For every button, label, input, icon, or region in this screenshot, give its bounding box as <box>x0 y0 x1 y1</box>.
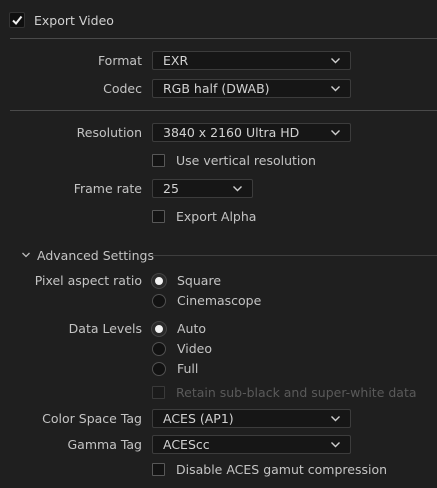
pixel-aspect-cinemascope-radio[interactable] <box>152 294 166 308</box>
advanced-settings-label[interactable]: Advanced Settings <box>37 248 154 263</box>
export-video-label: Export Video <box>34 13 114 28</box>
gamma-select[interactable]: ACEScc <box>152 435 351 454</box>
data-levels-auto-label: Auto <box>177 321 207 336</box>
export-alpha-checkbox[interactable] <box>152 210 165 223</box>
pixel-aspect-square-radio[interactable] <box>152 274 166 288</box>
disable-gamut-compression-label: Disable ACES gamut compression <box>176 462 388 477</box>
retain-data-label: Retain sub-black and super-white data <box>176 385 417 400</box>
codec-select[interactable]: RGB half (DWAB) <box>152 79 351 98</box>
data-levels-full-radio[interactable] <box>152 362 166 376</box>
color-space-select[interactable]: ACES (AP1) <box>152 409 351 428</box>
frame-rate-select[interactable]: 25 <box>152 179 253 198</box>
codec-label: Codec <box>103 81 142 96</box>
data-levels-video-label: Video <box>177 341 213 356</box>
data-levels-auto-radio[interactable] <box>152 322 166 336</box>
color-space-value: ACES (AP1) <box>163 411 234 426</box>
advanced-settings-toggle[interactable] <box>20 249 32 261</box>
vertical-resolution-label: Use vertical resolution <box>176 153 316 168</box>
retain-data-checkbox[interactable] <box>152 386 165 399</box>
gamma-value: ACEScc <box>163 437 210 452</box>
data-levels-video-radio[interactable] <box>152 342 166 356</box>
resolution-select[interactable]: 3840 x 2160 Ultra HD <box>152 123 351 142</box>
chevron-down-icon <box>331 416 340 422</box>
format-select[interactable]: EXR <box>152 51 351 70</box>
format-value: EXR <box>163 53 189 68</box>
codec-value: RGB half (DWAB) <box>163 81 270 96</box>
data-levels-full-label: Full <box>177 361 199 376</box>
frame-rate-value: 25 <box>163 181 179 196</box>
vertical-resolution-checkbox[interactable] <box>152 154 165 167</box>
gamma-label: Gamma Tag <box>67 437 143 452</box>
resolution-label: Resolution <box>76 125 142 140</box>
pixel-aspect-label: Pixel aspect ratio <box>34 273 142 288</box>
chevron-down-icon <box>331 58 340 64</box>
chevron-down-icon <box>233 186 242 192</box>
export-video-checkbox[interactable] <box>9 12 25 28</box>
chevron-down-icon <box>22 252 30 258</box>
chevron-down-icon <box>331 86 340 92</box>
pixel-aspect-square-label: Square <box>177 273 222 288</box>
disable-gamut-compression-checkbox[interactable] <box>152 463 165 476</box>
pixel-aspect-cinemascope-label: Cinemascope <box>177 293 262 308</box>
checkmark-icon <box>12 15 23 26</box>
divider <box>152 255 437 256</box>
frame-rate-label: Frame rate <box>73 181 142 196</box>
resolution-value: 3840 x 2160 Ultra HD <box>163 125 300 140</box>
export-alpha-label: Export Alpha <box>176 209 257 224</box>
chevron-down-icon <box>331 442 340 448</box>
data-levels-label: Data Levels <box>68 321 142 336</box>
color-space-label: Color Space Tag <box>42 411 142 426</box>
format-label: Format <box>97 53 142 68</box>
chevron-down-icon <box>331 130 340 136</box>
divider <box>10 110 437 111</box>
divider <box>10 38 437 39</box>
